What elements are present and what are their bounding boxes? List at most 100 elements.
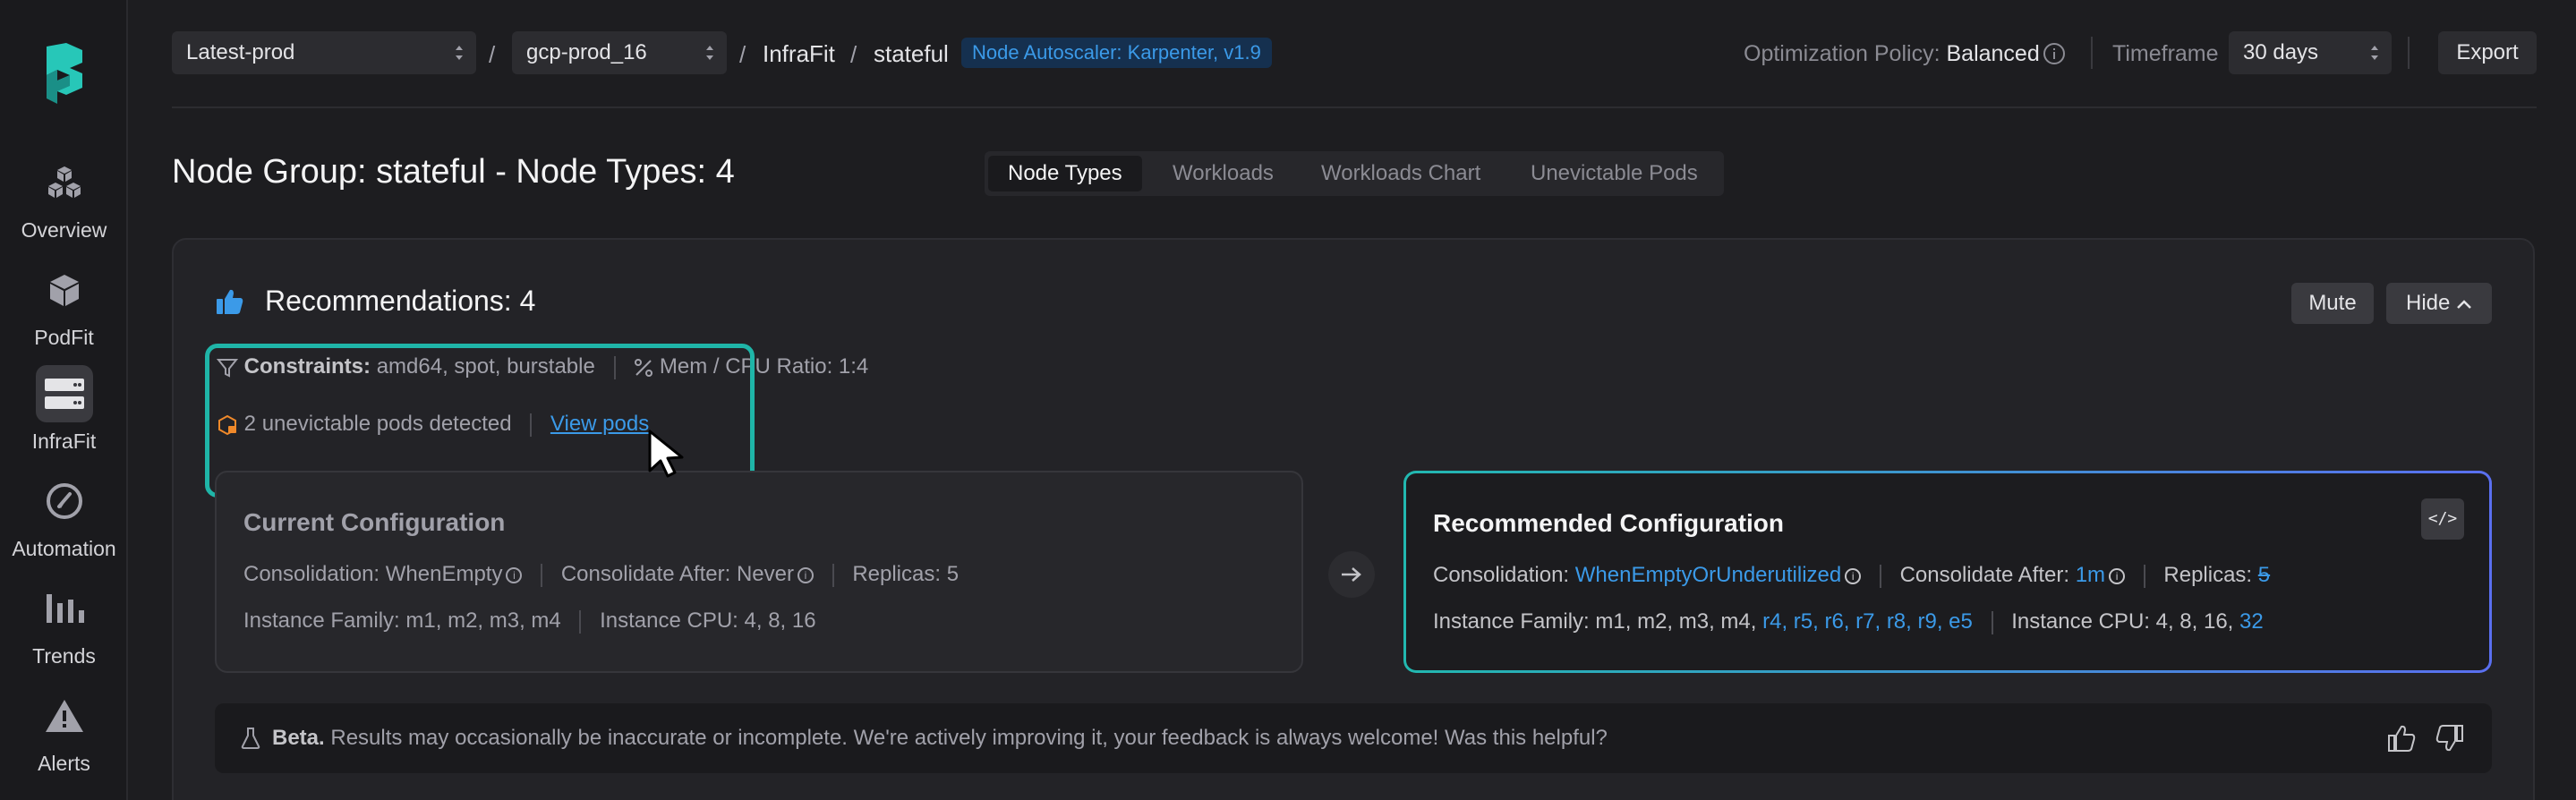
divider [2091,37,2093,69]
tab-node-types[interactable]: Node Types [988,156,1142,191]
policy-label: Optimization Policy: [1744,41,1941,66]
flask-icon [241,728,260,749]
rec-instance-family-label: Instance Family: m1, m2, m3, m4, [1433,609,1757,634]
view-tabs: Node Types Workloads Workloads Chart Une… [985,151,1724,196]
hide-button[interactable]: Hide [2386,283,2492,324]
beta-message: Beta. Results may occasionally be inaccu… [272,726,1608,751]
current-instance-family: Instance Family: m1, m2, m3, m4 [243,609,561,633]
divider [2143,564,2145,588]
divider [1991,610,1993,634]
project-select-value: gcp-prod_16 [526,40,647,64]
info-icon[interactable]: i [797,566,814,583]
project-select[interactable]: gcp-prod_16 [512,31,727,74]
policy-value: Balanced [1946,41,2040,66]
divider [541,563,543,587]
timeframe-label: Timeframe [2112,41,2219,66]
tab-workloads-chart[interactable]: Workloads Chart [1301,156,1500,191]
server-icon [35,365,93,422]
arrow-right-icon [1328,551,1375,598]
logo-icon[interactable] [39,41,90,107]
optimization-policy: Optimization Policy: Balanced [1744,41,2040,67]
warning-icon [36,687,93,745]
breadcrumb-separator: / [489,41,496,68]
current-consolidation: Consolidation: WhenEmpty [243,562,503,586]
current-replicas: Replicas: 5 [852,562,960,586]
autoscaler-tag: Node Autoscaler: Karpenter, v1.9 [961,38,1272,68]
breadcrumb-infrafit[interactable]: InfraFit [763,40,835,68]
recommended-configuration-panel: Recommended Configuration </> Consolidat… [1403,471,2492,673]
current-config-line-2: Instance Family: m1, m2, m3, m4 Instance… [243,609,816,634]
current-config-title: Current Configuration [243,508,506,536]
rec-replicas-value: 5 [2257,563,2271,587]
thumbs-down-feedback-icon[interactable] [2435,723,2465,753]
rec-instance-cpu-new: 32 [2239,609,2264,634]
current-config-line-1: Consolidation: WhenEmpty i Consolidate Af… [243,562,959,587]
rec-consolidate-after-value: 1m [2075,563,2106,587]
recommendations-title: Recommendations: 4 [265,285,536,317]
header-divider [172,106,2537,108]
sidebar: Overview PodFit InfraFit Automation Tren… [0,0,128,800]
divider [832,563,834,587]
sidebar-item-label: InfraFit [31,430,97,453]
sidebar-item-overview[interactable]: Overview [0,154,128,243]
sidebar-item-label: Alerts [38,752,90,775]
breadcrumb-stateful: stateful [874,40,949,67]
sidebar-item-label: PodFit [34,326,94,349]
divider [579,609,582,634]
sidebar-item-podfit[interactable]: PodFit [0,261,128,350]
breadcrumb-separator: / [739,41,746,68]
top-bar: Latest-prod / gcp-prod_16 / InfraFit / s… [172,31,2537,76]
sidebar-item-label: Trends [32,644,96,668]
beta-feedback-bar: Beta. Results may occasionally be inaccu… [215,703,2492,773]
info-icon[interactable] [2043,42,2066,65]
page-title: Node Group: stateful - Node Types: 4 [172,153,735,191]
rec-consolidation-value: WhenEmptyOrUnderutilized [1574,563,1842,587]
thumbs-up-icon [217,289,243,314]
thumbs-up-feedback-icon[interactable] [2386,723,2417,753]
mouse-cursor-icon [648,430,684,478]
mute-button[interactable]: Mute [2291,283,2374,324]
select-arrows-icon [456,46,463,60]
export-button[interactable]: Export [2438,31,2537,74]
rec-replicas-label: Replicas: [2163,563,2253,587]
current-configuration-panel: Current Configuration Consolidation: Whe… [215,471,1303,673]
recommended-config-line-2: Instance Family: m1, m2, m3, m4, r4, r5,… [1433,609,2264,634]
select-arrows-icon [706,46,713,60]
timeframe-select[interactable]: 30 days [2229,31,2392,74]
cluster-select[interactable]: Latest-prod [172,31,476,74]
info-icon[interactable]: i [506,566,523,583]
divider [2408,37,2410,69]
chevron-up-icon [2457,300,2471,309]
sidebar-item-label: Automation [12,537,116,560]
sidebar-item-infrafit[interactable]: InfraFit [0,365,128,454]
bar-chart-icon [36,580,93,637]
rec-consolidate-after-label: Consolidate After: [1899,563,2070,587]
compass-icon [36,472,93,530]
sidebar-item-label: Overview [21,218,107,242]
sidebar-item-trends[interactable]: Trends [0,580,128,668]
beta-label: Beta. [272,726,325,750]
sidebar-item-automation[interactable]: Automation [0,472,128,561]
tab-unevictable-pods[interactable]: Unevictable Pods [1511,156,1718,191]
tab-workloads[interactable]: Workloads [1153,156,1293,191]
cluster-select-value: Latest-prod [186,40,295,64]
rec-instance-cpu-label: Instance CPU: 4, 8, 16, [2011,609,2234,634]
current-consolidate-after: Consolidate After: Never [560,562,794,586]
rec-instance-family-new: r4, r5, r6, r7, r8, r9, e5 [1762,609,1973,634]
recommended-config-title: Recommended Configuration [1433,509,1785,537]
current-instance-cpu: Instance CPU: 4, 8, 16 [600,609,816,633]
select-arrows-icon [2371,46,2378,60]
beta-text: Results may occasionally be inaccurate o… [330,726,1608,750]
divider [1879,564,1881,588]
hide-button-label: Hide [2405,291,2451,315]
cube-icon [36,261,93,319]
sidebar-item-alerts[interactable]: Alerts [0,687,128,776]
code-view-button[interactable]: </> [2421,498,2464,540]
info-icon[interactable]: i [2109,567,2126,584]
recommended-config-line-1: Consolidation: WhenEmptyOrUnderutilized i… [1433,563,2270,588]
timeframe-select-value: 30 days [2243,40,2319,64]
cubes-icon [36,154,93,211]
breadcrumb-separator: / [850,41,857,68]
info-icon[interactable]: i [1845,567,1862,584]
rec-consolidation-label: Consolidation: [1433,563,1570,587]
